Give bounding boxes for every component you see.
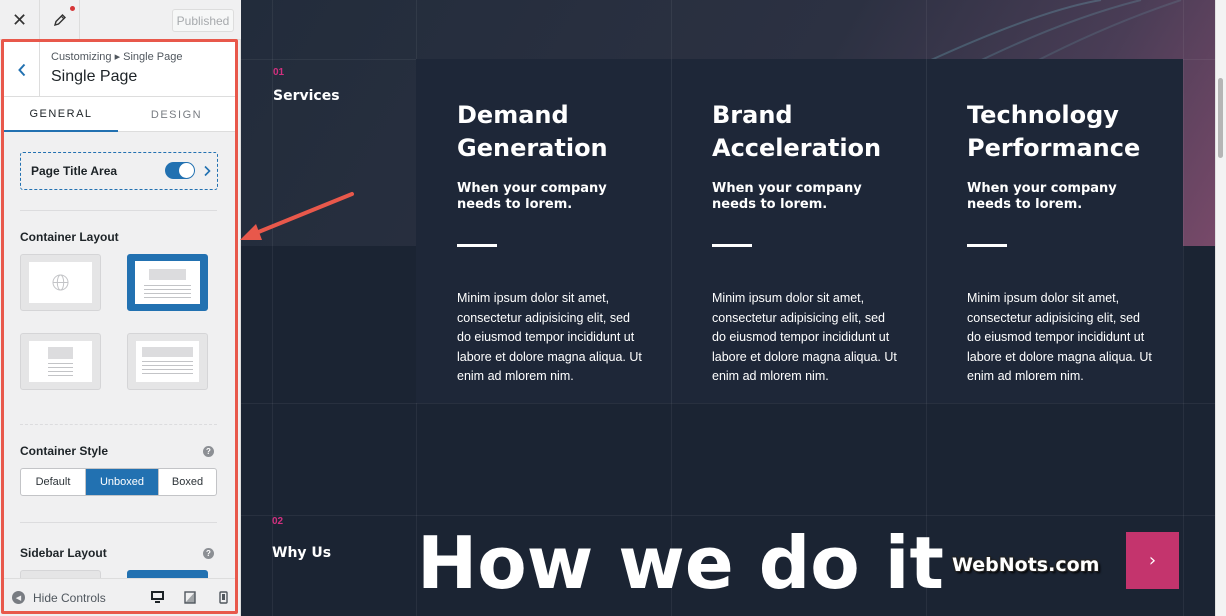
card-subtitle: When your company needs to lorem. xyxy=(967,181,1117,212)
divider xyxy=(20,210,217,211)
customizer-topbar: ✕ Published xyxy=(0,0,241,40)
section-title-why-us: Why Us xyxy=(272,545,332,561)
container-style-default[interactable]: Default xyxy=(21,469,86,495)
card-body: Minim ipsum dolor sit amet, consectetur … xyxy=(712,291,897,383)
services-cards: Demand Generation When your company need… xyxy=(416,59,1183,403)
card-title: Demand Generation xyxy=(457,101,608,162)
section-title: Single Page xyxy=(51,68,138,85)
customizer-footer: ◀ Hide Controls xyxy=(4,578,235,613)
card-subtitle: When your company needs to lorem. xyxy=(712,181,862,212)
divider xyxy=(20,424,217,425)
container-layout-label: Container Layout xyxy=(20,230,119,244)
pencil-icon xyxy=(53,14,66,27)
card-body: Minim ipsum dolor sit amet, consectetur … xyxy=(457,291,642,383)
card-subtitle: When your company needs to lorem. xyxy=(457,181,607,212)
container-style-unboxed[interactable]: Unboxed xyxy=(86,469,158,495)
card-title: Technology Performance xyxy=(967,101,1141,162)
card-title: Brand Acceleration xyxy=(712,101,882,162)
sidebar-layout-option[interactable] xyxy=(20,570,101,578)
section-number: 01 xyxy=(273,67,285,78)
next-button[interactable]: › xyxy=(1126,532,1179,589)
tab-bar: GENERAL DESIGN xyxy=(4,97,235,132)
notification-dot xyxy=(70,6,75,11)
watermark-logo: WebNots.com xyxy=(952,554,1100,576)
page-title-area-label: Page Title Area xyxy=(31,164,118,178)
controls-area: Page Title Area Container Layout Contain… xyxy=(4,132,235,578)
chevron-right-icon[interactable] xyxy=(199,161,215,181)
desktop-icon[interactable] xyxy=(148,588,166,606)
tab-design[interactable]: DESIGN xyxy=(118,97,235,132)
close-button[interactable]: ✕ xyxy=(0,0,40,40)
layout-option-narrow[interactable] xyxy=(20,333,101,390)
help-icon[interactable]: ? xyxy=(203,548,214,559)
service-card: Brand Acceleration When your company nee… xyxy=(671,59,926,403)
scrollbar-thumb[interactable] xyxy=(1218,78,1223,158)
customizer-panel: ✕ Published Customizing ▸ Single Page Si… xyxy=(0,0,241,616)
page-title-area-toggle[interactable] xyxy=(165,162,195,179)
tab-general[interactable]: GENERAL xyxy=(4,97,118,132)
toggle-knob xyxy=(179,163,194,178)
chevron-right-icon: › xyxy=(1148,550,1157,571)
container-style-selector: Default Unboxed Boxed xyxy=(20,468,217,496)
chevron-left-icon xyxy=(17,63,25,76)
hide-controls-icon[interactable]: ◀ xyxy=(12,591,25,604)
breadcrumb: Customizing ▸ Single Page xyxy=(51,51,183,63)
tablet-icon[interactable] xyxy=(181,588,199,606)
service-card: Demand Generation When your company need… xyxy=(416,59,671,403)
globe-icon xyxy=(52,274,69,291)
page-title-area-control[interactable]: Page Title Area xyxy=(20,152,218,190)
service-card: Technology Performance When your company… xyxy=(926,59,1181,403)
card-underline xyxy=(967,244,1007,247)
site-preview: 01 Services Demand Generation When your … xyxy=(241,0,1226,616)
layout-option-boxed-content[interactable] xyxy=(127,254,208,311)
divider xyxy=(20,522,217,523)
publish-button[interactable]: Published xyxy=(172,9,234,32)
card-body: Minim ipsum dolor sit amet, consectetur … xyxy=(967,291,1152,383)
section-number: 02 xyxy=(272,516,284,527)
back-button[interactable] xyxy=(4,42,40,97)
section-title-services: Services xyxy=(273,88,340,104)
section-header: Customizing ▸ Single Page Single Page xyxy=(4,42,235,97)
sidebar-layout-label: Sidebar Layout xyxy=(20,546,107,560)
sidebar-layout-option-selected[interactable] xyxy=(127,570,208,578)
layout-option-full-width[interactable] xyxy=(20,254,101,311)
card-underline xyxy=(712,244,752,247)
help-icon[interactable]: ? xyxy=(203,446,214,457)
close-icon: ✕ xyxy=(11,9,28,31)
layout-option-stretched[interactable] xyxy=(127,333,208,390)
container-style-label: Container Style xyxy=(20,444,109,458)
container-style-boxed[interactable]: Boxed xyxy=(158,469,216,495)
big-heading: How we do it xyxy=(417,521,944,605)
hide-controls-button[interactable]: Hide Controls xyxy=(33,591,106,605)
card-underline xyxy=(457,244,497,247)
mobile-icon[interactable] xyxy=(214,588,232,606)
